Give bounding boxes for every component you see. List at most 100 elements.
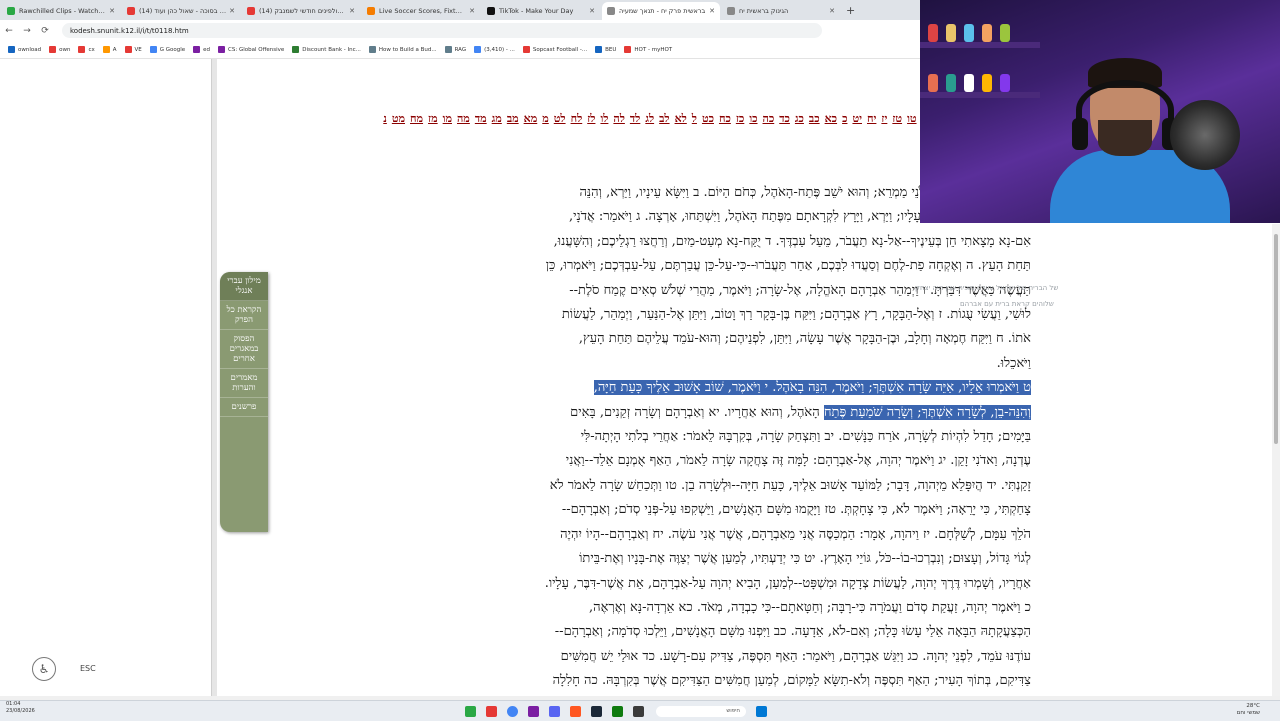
- chapter-link[interactable]: לג: [645, 112, 654, 125]
- chapter-link[interactable]: כא: [825, 112, 837, 125]
- app-icon[interactable]: [570, 705, 581, 717]
- bookmark-item[interactable]: (3,410) - ...: [474, 46, 515, 53]
- browser-tab[interactable]: (14) שאול בסוכה - שאול כהן ועוד...✕: [122, 2, 240, 20]
- new-tab-button[interactable]: +: [846, 4, 855, 17]
- chapter-link[interactable]: נ: [383, 112, 387, 125]
- chapter-link[interactable]: מח: [410, 112, 423, 125]
- side-menu-item[interactable]: הפסוק במאגרים אחרים: [220, 330, 268, 369]
- chapter-link[interactable]: לז: [587, 112, 595, 125]
- bookmark-item[interactable]: How to Build a Bud...: [368, 46, 437, 53]
- bookmark-item[interactable]: own: [49, 46, 70, 53]
- chapter-link[interactable]: מא: [524, 112, 538, 125]
- windows-start-icon[interactable]: [756, 705, 767, 717]
- app-icon[interactable]: [486, 705, 497, 717]
- chapter-link[interactable]: כט: [702, 112, 714, 125]
- steam-icon[interactable]: [591, 705, 602, 717]
- chapter-link[interactable]: יח: [867, 112, 876, 125]
- bookmark-item[interactable]: cx: [78, 46, 95, 53]
- chapter-link[interactable]: כח: [719, 112, 731, 125]
- chapter-link[interactable]: מה: [457, 112, 470, 125]
- bookmark-item[interactable]: RAG: [444, 46, 466, 53]
- verse-text[interactable]: הֹלֵךְ עִמָּם, לְשַׁלְּחָם. יז וַיהוָה, …: [560, 527, 1031, 542]
- bookmark-item[interactable]: BEU: [595, 46, 616, 53]
- address-bar[interactable]: kodesh.snunit.k12.il/i/t/t0118.htm: [62, 23, 822, 38]
- forward-button[interactable]: →: [18, 26, 36, 36]
- verse-text[interactable]: צַדִּיקִם, בְּתוֹךְ הָעִיר; הַאַף תִּסְפ…: [553, 673, 1031, 688]
- verse-text[interactable]: וְהִנֵּה-בֵן, לְשָׂרָה אִשְׁתֶּךָ; וְשָׂ…: [823, 404, 1031, 420]
- browser-tab[interactable]: TikTok - Make Your Day ✕: [482, 2, 600, 20]
- bookmark-item[interactable]: CS: Global Offensive: [218, 46, 284, 53]
- side-menu-item[interactable]: מאמרים והערות: [220, 369, 268, 398]
- app-icon[interactable]: [465, 705, 476, 717]
- scrollbar-thumb[interactable]: [1274, 234, 1278, 444]
- chapter-link[interactable]: כז: [736, 112, 744, 125]
- close-icon[interactable]: ✕: [349, 7, 355, 15]
- chapter-link[interactable]: לב: [659, 112, 669, 125]
- bookmark-item[interactable]: VE: [124, 46, 142, 53]
- verse-text[interactable]: ט וַיֹּאמְרוּ אֵלָיו, אַיֵּה שָׂרָה אִשְ…: [593, 380, 1031, 396]
- chrome-icon[interactable]: [507, 705, 518, 717]
- close-icon[interactable]: ✕: [229, 7, 235, 15]
- chapter-link[interactable]: כג: [795, 112, 804, 125]
- verse-text[interactable]: כ וַיֹּאמֶר יְהוָה, זַעֲקַת סְדֹם וַעֲמֹ…: [589, 600, 1031, 615]
- chapter-link[interactable]: כו: [749, 112, 757, 125]
- browser-tab[interactable]: בראשית פרק יח - תנאך שמעיה ✕: [602, 2, 720, 20]
- verse-text[interactable]: עוֹדֶנּוּ עֹמֵד, לִפְנֵי יְהוָה. כג וַיִ…: [561, 649, 1031, 664]
- browser-tab[interactable]: (14) אולפינים חודשי לשמנבק ...✕: [242, 2, 360, 20]
- scrollbar[interactable]: [1272, 224, 1280, 696]
- chapter-link[interactable]: לד: [630, 112, 640, 125]
- chapter-link[interactable]: מג: [492, 112, 502, 125]
- verse-text[interactable]: זָקַנְתִּי. יד הֲיִפָּלֵא מֵיְהוָה, דָּב…: [550, 478, 1031, 493]
- app-icon[interactable]: [633, 705, 644, 717]
- chapter-link[interactable]: מ: [542, 112, 549, 125]
- chapter-link[interactable]: מט: [392, 112, 405, 125]
- chapter-link[interactable]: לט: [554, 112, 566, 125]
- verse-text[interactable]: אַחֲרָיו, וְשָׁמְרוּ דֶּרֶךְ יְהוָה, לַע…: [545, 576, 1031, 591]
- chapter-link[interactable]: טו: [907, 112, 916, 125]
- verse-text[interactable]: לְגוֹי גָּדוֹל, וְעָצוּם; וְנִבְרְכוּ-בו…: [579, 551, 1031, 566]
- bookmark-item[interactable]: Sopcast Football -...: [522, 46, 587, 53]
- verse-text[interactable]: אֹתוֹ. ח וַיִּקַּח חֶמְאָה וְחָלָב, וּבֶ…: [579, 331, 1031, 346]
- side-menu-item[interactable]: הקראת כל הפרק: [220, 301, 268, 330]
- weather[interactable]: 28°C שמשי וחם: [1237, 703, 1260, 717]
- chapter-link[interactable]: יט: [852, 112, 862, 125]
- chapter-link[interactable]: כד: [779, 112, 790, 125]
- chapter-link[interactable]: מו: [443, 112, 452, 125]
- chapter-link[interactable]: לה: [613, 112, 624, 125]
- side-menu-item[interactable]: פרשנים: [220, 398, 268, 417]
- chapter-link[interactable]: לח: [571, 112, 583, 125]
- app-icon[interactable]: [612, 705, 623, 717]
- chapter-link[interactable]: כה: [763, 112, 775, 125]
- chapter-link[interactable]: טז: [892, 112, 902, 125]
- app-icon[interactable]: [528, 705, 539, 717]
- verse-text[interactable]: צָחַקְתִּי, כִּי יָרֵאָה; וַיֹּאמֶר לֹא,…: [562, 502, 1031, 517]
- chapter-link[interactable]: לו: [600, 112, 608, 125]
- close-icon[interactable]: ✕: [589, 7, 595, 15]
- bookmark-item[interactable]: ownload: [8, 46, 41, 53]
- chapter-link[interactable]: יז: [881, 112, 887, 125]
- side-menu-item[interactable]: מילון עברי אנגלי: [220, 272, 268, 301]
- verse-text[interactable]: עֶדְנָה, וַאדֹנִי זָקֵן. יג וַיֹּאמֶר יְ…: [566, 453, 1031, 468]
- taskbar-search[interactable]: חיפוש: [656, 705, 746, 717]
- bookmark-item[interactable]: A: [102, 46, 117, 53]
- close-icon[interactable]: ✕: [829, 7, 835, 15]
- discord-icon[interactable]: [549, 705, 560, 717]
- chapter-link[interactable]: מד: [475, 112, 487, 125]
- bookmark-item[interactable]: Discount Bank - Inc...: [292, 46, 361, 53]
- chapter-link[interactable]: לא: [675, 112, 687, 125]
- verse-text[interactable]: הָאֹהֶל, וְהוּא אַחֲרָיו. יא וְאַבְרָהָם…: [570, 405, 824, 420]
- close-icon[interactable]: ✕: [709, 7, 715, 15]
- bookmark-item[interactable]: HOT - myHOT: [624, 46, 672, 53]
- close-icon[interactable]: ✕: [469, 7, 475, 15]
- back-button[interactable]: ←: [0, 26, 18, 36]
- accessibility-icon[interactable]: ♿: [32, 657, 56, 681]
- verse-text[interactable]: בַּיָּמִים; חָדַל לִהְיוֹת לְשָׂרָה, אֹר…: [581, 429, 1031, 444]
- verse-text[interactable]: וַיֹּאכֵלוּ.: [997, 356, 1031, 371]
- chapter-link[interactable]: מב: [507, 112, 519, 125]
- chapter-link[interactable]: מז: [428, 112, 438, 125]
- bookmark-item[interactable]: ed: [193, 46, 210, 53]
- browser-tab[interactable]: Rawchilled Clips - Watch Live o...✕: [2, 2, 120, 20]
- bookmark-item[interactable]: G Google: [149, 46, 185, 53]
- reload-button[interactable]: ⟳: [36, 26, 54, 36]
- verse-text[interactable]: הַכְּצַעֲקָתָהּ הַבָּאָה אֵלַי עָשׂוּ כָ…: [555, 624, 1031, 639]
